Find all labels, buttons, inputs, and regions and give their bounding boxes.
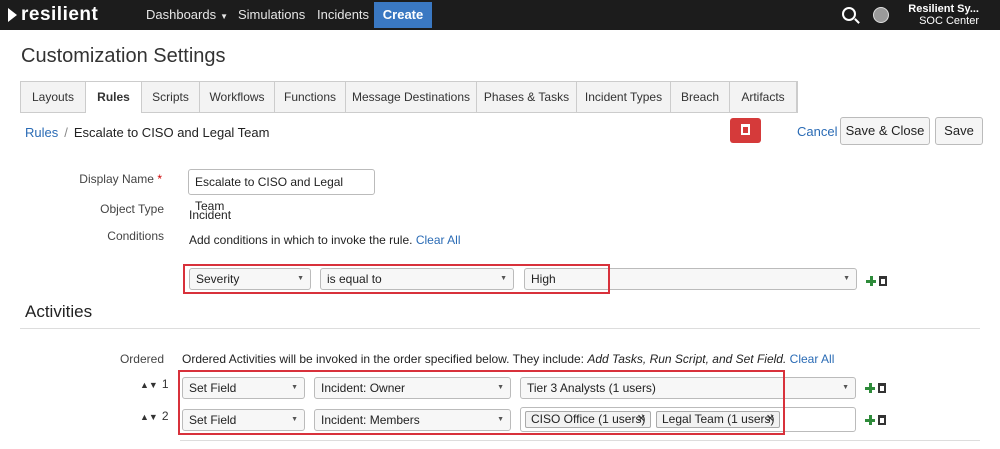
breadcrumb-rules-link[interactable]: Rules (25, 125, 58, 140)
globe-icon[interactable] (873, 7, 889, 23)
nav-simulations[interactable]: Simulations (238, 0, 305, 30)
nav-dashboards-label: Dashboards (146, 7, 217, 22)
display-name-label-text: Display Name (79, 172, 154, 186)
tab-rules[interactable]: Rules (86, 82, 142, 113)
required-marker: * (157, 172, 162, 186)
tab-incident-types[interactable]: Incident Types (577, 82, 671, 112)
activity-number: 1 (161, 377, 169, 391)
brand-name: resilient (21, 4, 99, 25)
activities-intro-text: Ordered Activities will be invoked in th… (182, 352, 588, 366)
nav-incidents[interactable]: Incidents (317, 0, 369, 30)
search-icon[interactable] (842, 7, 856, 21)
section-divider (20, 328, 980, 329)
activities-intro: Ordered Activities will be invoked in th… (182, 352, 834, 366)
tab-layouts[interactable]: Layouts (21, 82, 86, 112)
object-type-value: Incident (189, 208, 232, 222)
move-down-icon[interactable]: ▼ (149, 380, 158, 390)
trash-icon (741, 124, 750, 135)
user-menu[interactable]: Resilient Sy... SOC Center (908, 3, 979, 27)
activities-clear-all[interactable]: Clear All (790, 352, 835, 366)
top-nav-bar: resilient Dashboards ▼ Simulations Incide… (0, 0, 1000, 30)
tab-scripts[interactable]: Scripts (142, 82, 200, 112)
add-activity-icon[interactable] (865, 383, 875, 393)
reorder-control-1[interactable]: ▲▼ 1 (140, 377, 169, 391)
chevron-down-icon: ▼ (842, 384, 849, 391)
tab-breach[interactable]: Breach (671, 82, 730, 112)
activities-intro-items: Add Tasks, Run Script, and Set Field. (587, 352, 787, 366)
tab-functions[interactable]: Functions (275, 82, 346, 112)
cancel-link[interactable]: Cancel (797, 124, 837, 139)
tab-workflows[interactable]: Workflows (200, 82, 275, 112)
bottom-divider (180, 440, 980, 441)
nav-dashboards[interactable]: Dashboards ▼ (146, 0, 228, 30)
breadcrumb-separator: / (64, 125, 68, 140)
resilient-logo[interactable]: resilient (8, 4, 98, 26)
conditions-text: Add conditions in which to invoke the ru… (189, 233, 461, 247)
display-name-input[interactable]: Escalate to CISO and Legal Team (188, 169, 375, 213)
activities-highlight-box (178, 370, 785, 435)
object-type-label: Object Type (100, 202, 164, 216)
save-button[interactable]: Save (935, 117, 983, 145)
conditions-label: Conditions (107, 229, 164, 243)
tab-artifacts[interactable]: Artifacts (730, 82, 797, 112)
delete-button[interactable] (730, 118, 761, 143)
add-condition-icon[interactable] (866, 276, 876, 286)
conditions-description: Add conditions in which to invoke the ru… (189, 233, 413, 247)
user-org: SOC Center (919, 15, 979, 27)
move-down-icon[interactable]: ▼ (149, 412, 158, 422)
delete-activity-icon[interactable] (878, 415, 886, 425)
user-name: Resilient Sy... (908, 3, 979, 15)
chevron-down-icon: ▼ (843, 275, 850, 282)
condition-highlight-box (183, 264, 610, 294)
conditions-clear-all[interactable]: Clear All (416, 233, 461, 247)
move-up-icon[interactable]: ▲ (140, 380, 149, 390)
delete-condition-icon[interactable] (879, 276, 887, 286)
settings-tabs: Layouts Rules Scripts Workflows Function… (20, 81, 798, 113)
delete-activity-icon[interactable] (878, 383, 886, 393)
chevron-down-icon: ▼ (220, 12, 229, 21)
ordered-label: Ordered (119, 352, 164, 366)
add-activity-icon[interactable] (865, 415, 875, 425)
breadcrumb: Rules / Escalate to CISO and Legal Team (25, 125, 269, 140)
save-close-button[interactable]: Save & Close (840, 117, 930, 145)
create-button[interactable]: Create (374, 2, 432, 28)
tab-phases-tasks[interactable]: Phases & Tasks (477, 82, 577, 112)
move-up-icon[interactable]: ▲ (140, 412, 149, 422)
logo-icon (8, 8, 17, 22)
activities-title: Activities (25, 302, 93, 321)
activity-number: 2 (161, 409, 169, 423)
display-name-label: Display Name * (40, 172, 162, 186)
reorder-control-2[interactable]: ▲▼ 2 (140, 409, 169, 423)
breadcrumb-current: Escalate to CISO and Legal Team (73, 125, 270, 140)
tab-message-destinations[interactable]: Message Destinations (346, 82, 477, 112)
page-title: Customization Settings (21, 45, 226, 67)
